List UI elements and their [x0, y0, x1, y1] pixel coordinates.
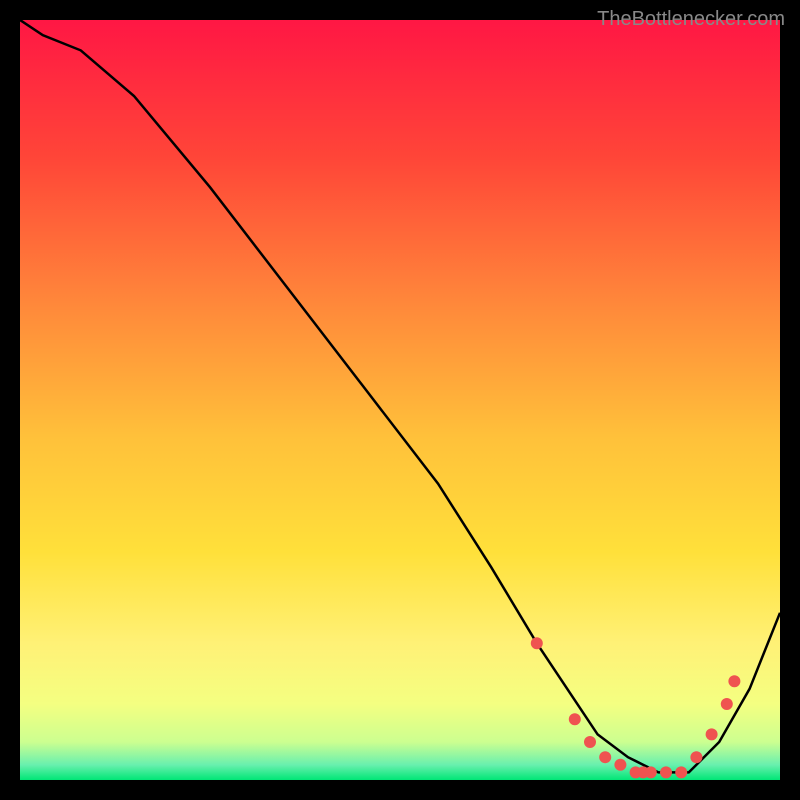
scatter-dot: [675, 766, 687, 778]
scatter-dot: [660, 766, 672, 778]
scatter-dot: [531, 637, 543, 649]
scatter-dot: [569, 713, 581, 725]
scatter-dot: [706, 728, 718, 740]
scatter-dot: [690, 751, 702, 763]
scatter-dot: [614, 759, 626, 771]
scatter-dot: [645, 766, 657, 778]
watermark-text: TheBottlenecker.com: [597, 8, 785, 31]
gradient-background: [20, 20, 780, 780]
scatter-dot: [599, 751, 611, 763]
scatter-dot: [721, 698, 733, 710]
chart-svg: [20, 20, 780, 780]
chart-container: [20, 20, 780, 780]
scatter-dot: [584, 736, 596, 748]
scatter-dot: [728, 675, 740, 687]
